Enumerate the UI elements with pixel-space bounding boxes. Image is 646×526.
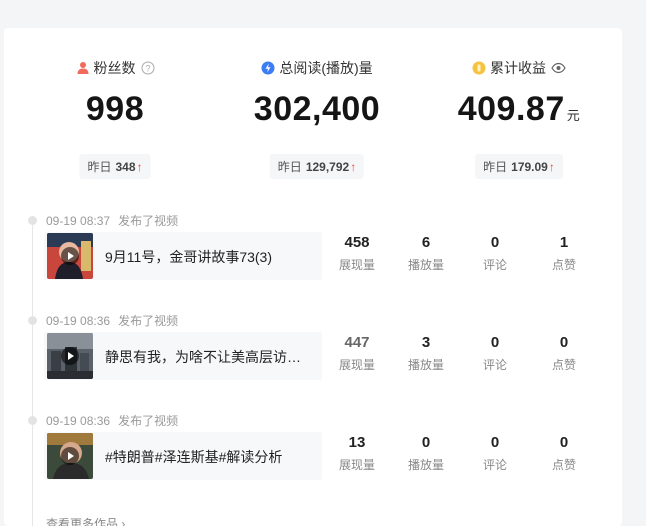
metric-label: 点赞 xyxy=(551,258,576,272)
metric-label: 播放量 xyxy=(407,258,444,272)
feed-item-header: 09-19 08:36 发布了视频 xyxy=(46,312,178,329)
publish-time: 09-19 08:36 xyxy=(46,414,111,428)
stat-label: 累计收益 xyxy=(490,60,546,76)
help-icon[interactable]: ? xyxy=(141,61,155,75)
metric-label: 评论 xyxy=(482,458,507,472)
play-icon xyxy=(61,347,79,365)
metric-label: 评论 xyxy=(482,258,507,272)
view-more-link[interactable]: 查看更多作品 › xyxy=(46,515,125,526)
stat-label: 粉丝数 xyxy=(93,60,136,76)
feed-item-header: 09-19 08:36 发布了视频 xyxy=(46,412,178,429)
user-icon xyxy=(76,61,90,75)
coin-icon xyxy=(472,61,486,75)
yesterday-value: 129,792 xyxy=(305,160,350,174)
metric-impressions: 13 展现量 xyxy=(327,434,387,473)
yesterday-value: 348 xyxy=(115,160,136,174)
feed-item: 09-19 08:37 发布了视频 9月11号，金哥讲故事73(3) 458 展现量… xyxy=(4,212,622,302)
metric-value: 458 xyxy=(344,234,370,251)
video-card[interactable]: #特朗普#泽连斯基#解读分析 xyxy=(44,432,322,480)
metric-value: 0 xyxy=(490,234,500,251)
stat-value: 302,400 xyxy=(214,90,420,129)
metric-likes: 0 点赞 xyxy=(534,334,594,373)
timeline-dot xyxy=(28,416,37,425)
video-thumbnail[interactable] xyxy=(47,433,93,479)
metric-value: 13 xyxy=(348,434,366,451)
feed-item-header: 09-19 08:37 发布了视频 xyxy=(46,212,178,229)
publish-time: 09-19 08:36 xyxy=(46,314,111,328)
metric-value: 0 xyxy=(490,434,500,451)
metric-plays: 0 播放量 xyxy=(396,434,456,473)
stat-number: 302,400 xyxy=(253,90,381,128)
eye-icon[interactable] xyxy=(551,61,566,75)
stat-value: 998 xyxy=(12,90,218,129)
stat-number: 409.87 xyxy=(457,90,565,128)
metric-label: 展现量 xyxy=(338,258,375,272)
stat-label-row: 总阅读(播放)量 xyxy=(214,58,420,78)
metric-value: 0 xyxy=(559,334,569,351)
metric-label: 展现量 xyxy=(338,358,375,372)
stat-value: 409.87 元 xyxy=(416,90,622,129)
publish-action: 发布了视频 xyxy=(118,214,179,228)
video-thumbnail[interactable] xyxy=(47,233,93,279)
feed-item: 09-19 08:36 发布了视频 #特朗普#泽连斯基#解读分析 13 展现量 0 播… xyxy=(4,412,622,502)
trend-up-icon: ↑ xyxy=(136,160,143,174)
trend-up-icon: ↑ xyxy=(350,160,357,174)
metric-value: 447 xyxy=(344,334,370,351)
metric-comments: 0 评论 xyxy=(465,234,525,273)
yesterday-value: 179.09 xyxy=(511,160,548,174)
stat-label-row: 累计收益 xyxy=(416,58,622,78)
metric-value: 3 xyxy=(421,334,431,351)
video-title[interactable]: #特朗普#泽连斯基#解读分析 xyxy=(105,447,310,467)
svg-text:?: ? xyxy=(145,64,150,74)
metric-label: 点赞 xyxy=(551,358,576,372)
stat-yesterday: 昨日 179.09↑ xyxy=(475,154,563,179)
dashboard-card: 粉丝数 ? 998 昨日 348↑ 总阅读(播放)量 302,400 昨日 129,… xyxy=(4,28,622,526)
metric-label: 评论 xyxy=(482,358,507,372)
publish-action: 发布了视频 xyxy=(118,414,179,428)
stat-label-row: 粉丝数 ? xyxy=(12,58,218,78)
metric-plays: 6 播放量 xyxy=(396,234,456,273)
video-title[interactable]: 9月11号，金哥讲故事73(3) xyxy=(105,247,310,267)
stat-unit: 元 xyxy=(566,108,581,123)
video-title[interactable]: 静思有我，为啥不让美高层访问？ xyxy=(105,347,310,367)
timeline-dot xyxy=(28,216,37,225)
trend-up-icon: ↑ xyxy=(548,160,555,174)
publish-action: 发布了视频 xyxy=(118,314,179,328)
metric-label: 展现量 xyxy=(338,458,375,472)
stat-yesterday: 昨日 348↑ xyxy=(79,154,151,179)
publish-time: 09-19 08:37 xyxy=(46,214,111,228)
stat-label: 总阅读(播放)量 xyxy=(279,60,373,76)
lightning-icon xyxy=(261,61,275,75)
metric-likes: 1 点赞 xyxy=(534,234,594,273)
metric-plays: 3 播放量 xyxy=(396,334,456,373)
play-icon xyxy=(61,447,79,465)
metric-label: 播放量 xyxy=(407,458,444,472)
video-thumbnail[interactable] xyxy=(47,333,93,379)
metric-comments: 0 评论 xyxy=(465,434,525,473)
video-card[interactable]: 静思有我，为啥不让美高层访问？ xyxy=(44,332,322,380)
metric-comments: 0 评论 xyxy=(465,334,525,373)
play-icon xyxy=(61,247,79,265)
metric-label: 播放量 xyxy=(407,358,444,372)
metric-likes: 0 点赞 xyxy=(534,434,594,473)
metric-value: 1 xyxy=(559,234,569,251)
metric-value: 0 xyxy=(559,434,569,451)
metric-impressions: 447 展现量 xyxy=(327,334,387,373)
stats-overview: 粉丝数 ? 998 昨日 348↑ 总阅读(播放)量 302,400 昨日 129,… xyxy=(4,28,622,198)
video-card[interactable]: 9月11号，金哥讲故事73(3) xyxy=(44,232,322,280)
metric-value: 0 xyxy=(490,334,500,351)
timeline-dot xyxy=(28,316,37,325)
metric-label: 点赞 xyxy=(551,458,576,472)
yesterday-label: 昨日 xyxy=(87,160,112,174)
feed-item: 09-19 08:36 发布了视频 静思有我，为啥不让美高层访问？ 447 展现量 … xyxy=(4,312,622,402)
yesterday-label: 昨日 xyxy=(277,160,302,174)
stat-yesterday: 昨日 129,792↑ xyxy=(269,154,365,179)
metric-value: 0 xyxy=(421,434,431,451)
metric-value: 6 xyxy=(421,234,431,251)
metric-impressions: 458 展现量 xyxy=(327,234,387,273)
stat-number: 998 xyxy=(85,90,145,128)
yesterday-label: 昨日 xyxy=(483,160,508,174)
